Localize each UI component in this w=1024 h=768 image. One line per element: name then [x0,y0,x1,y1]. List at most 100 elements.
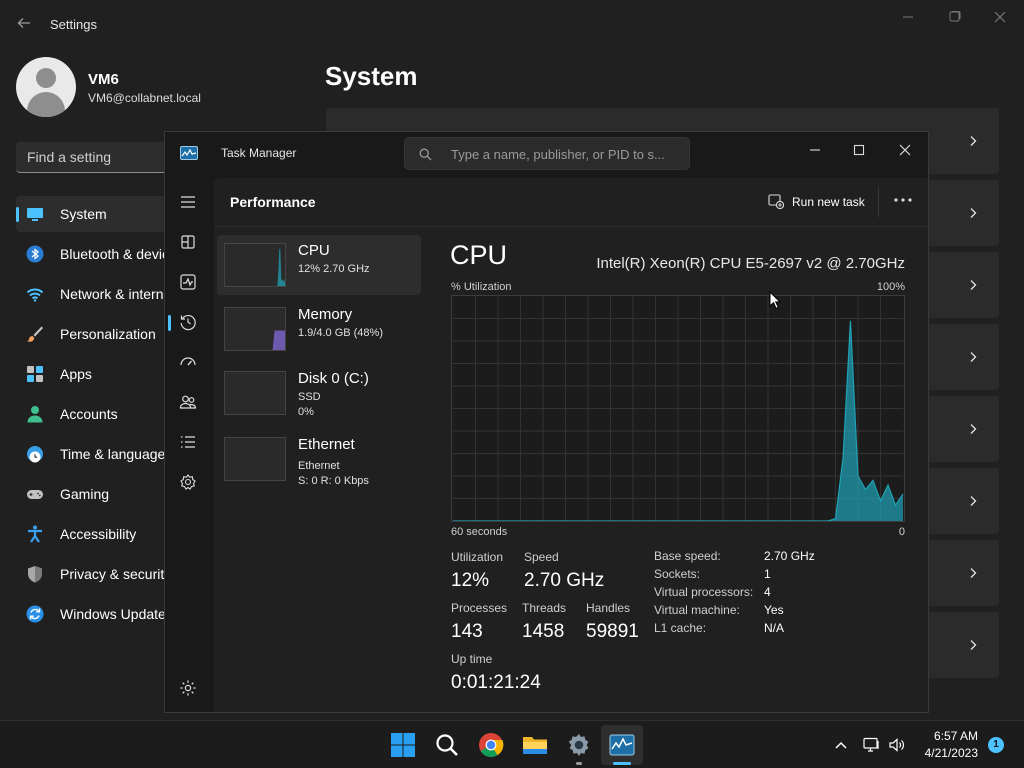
more-options-icon[interactable] [893,194,913,206]
speed-label: Speed [524,550,559,564]
search-taskbar-icon[interactable] [434,732,460,758]
detail-key: Virtual machine: [654,603,740,617]
chevron-right-icon [970,424,977,434]
rail-selection-indicator [168,315,171,331]
globe-clock-icon [27,446,43,463]
nav-item-label: Windows Update [60,606,166,622]
tm-minimize-icon[interactable] [803,138,827,162]
task-manager-title: Task Manager [221,146,297,160]
task-manager-taskbar-icon[interactable] [609,732,635,758]
resource-ethernet[interactable]: Ethernet Ethernet S: 0 R: 0 Kbps [217,429,421,489]
task-manager-app-icon [180,146,198,160]
nav-item-label: System [60,206,107,222]
resource-name: Memory [298,306,353,323]
processes-icon[interactable] [178,232,198,252]
nav-item-accessibility[interactable]: Accessibility [16,516,176,552]
notification-badge[interactable]: 1 [988,737,1004,753]
file-explorer-icon[interactable] [522,732,548,758]
run-new-task-button[interactable]: Run new task [768,192,878,212]
nav-item-accounts[interactable]: Accounts [16,396,176,432]
mouse-cursor-icon [769,291,781,309]
settings-maximize-icon[interactable] [944,8,964,26]
chrome-icon[interactable] [478,732,504,758]
detail-key: L1 cache: [654,621,707,635]
chevron-right-icon [970,640,977,650]
graph-y-label: % Utilization [451,281,512,293]
detail-value: 4 [764,585,771,599]
apps-icon [27,366,43,382]
resource-name: CPU [298,242,330,259]
nav-item-time-language[interactable]: Time & language [16,436,176,472]
toolbar-divider [214,226,928,227]
clock-time[interactable]: 6:57 AM [920,729,978,743]
show-hidden-icons-chevron-icon[interactable] [832,737,850,753]
threads-value: 1458 [522,621,565,642]
resource-cpu[interactable]: CPU 12% 2.70 GHz [217,235,421,295]
clock-date[interactable]: 4/21/2023 [910,746,978,760]
settings-window-title: Settings [50,17,97,32]
tm-nav-rail [165,178,211,712]
volume-icon[interactable] [888,737,906,753]
resource-disk-0-c[interactable]: Disk 0 (C:) SSD 0% [217,363,421,423]
wifi-icon [26,288,44,302]
tm-close-icon[interactable] [893,138,917,162]
detail-value: 1 [764,567,771,581]
cpu-model: Intel(R) Xeon(R) CPU E5-2697 v2 @ 2.70GH… [596,255,905,272]
nav-item-network-internet[interactable]: Network & internet [16,276,176,312]
resource-detail: 12% 2.70 GHz [298,263,370,275]
brush-icon [27,326,43,342]
performance-icon[interactable] [178,272,198,292]
details-icon[interactable] [178,432,198,452]
app-history-icon[interactable] [178,312,198,332]
processes-label: Processes [451,601,508,615]
settings-close-icon[interactable] [990,8,1010,26]
resource-detail: Ethernet [298,460,340,472]
resource-name: Ethernet [298,436,355,453]
settings-minimize-icon[interactable] [898,8,918,26]
startup-apps-icon[interactable] [178,352,198,372]
network-icon[interactable] [863,737,881,753]
nav-item-bluetooth-devices[interactable]: Bluetooth & devices [16,236,184,272]
resource-memory[interactable]: Memory 1.9/4.0 GB (48%) [217,299,421,359]
person-icon [27,406,43,423]
nav-item-apps[interactable]: Apps [16,356,176,392]
utilization-value: 12% [451,570,490,591]
back-arrow-icon[interactable] [16,15,32,31]
settings-taskbar-icon[interactable] [566,732,592,758]
handles-label: Handles [586,601,631,615]
resource-detail: SSD [298,391,321,403]
graph-max-label: 100% [876,281,905,293]
task-manager-active-indicator [613,762,631,765]
nav-item-privacy-security[interactable]: Privacy & security [16,556,176,592]
nav-item-personalization[interactable]: Personalization [16,316,176,352]
tm-settings-gear-icon[interactable] [178,678,198,698]
run-new-task-label: Run new task [792,195,865,209]
resource-thumbnail [224,307,286,351]
resource-name: Disk 0 (C:) [298,370,369,387]
detail-key: Base speed: [654,549,721,563]
hamburger-menu-icon[interactable] [178,192,198,212]
graph-time-label: 60 seconds [451,526,508,538]
services-icon[interactable] [178,472,198,492]
detail-value: Yes [764,603,784,617]
user-avatar[interactable] [16,57,76,117]
find-setting-input[interactable]: Find a setting [16,142,176,173]
search-icon [419,148,432,161]
chevron-right-icon [970,208,977,218]
nav-item-system[interactable]: System [16,196,176,232]
tm-maximize-icon[interactable] [847,138,871,162]
users-icon[interactable] [178,392,198,412]
start-windows-icon[interactable] [390,732,416,758]
resource-detail: 1.9/4.0 GB (48%) [298,327,383,339]
handles-value: 59891 [586,621,639,642]
threads-label: Threads [522,601,567,615]
chevron-right-icon [970,352,977,362]
speed-value: 2.70 GHz [524,570,605,591]
uptime-value: 0:01:21:24 [451,672,541,693]
process-search-input[interactable]: Type a name, publisher, or PID to s... [404,137,690,170]
taskbar: 6:57 AM 4/21/2023 1 [0,720,1024,768]
nav-item-windows-update[interactable]: Windows Update [16,596,176,632]
detail-key: Virtual processors: [654,585,754,599]
toolbar-separator [878,187,879,217]
nav-item-gaming[interactable]: Gaming [16,476,176,512]
